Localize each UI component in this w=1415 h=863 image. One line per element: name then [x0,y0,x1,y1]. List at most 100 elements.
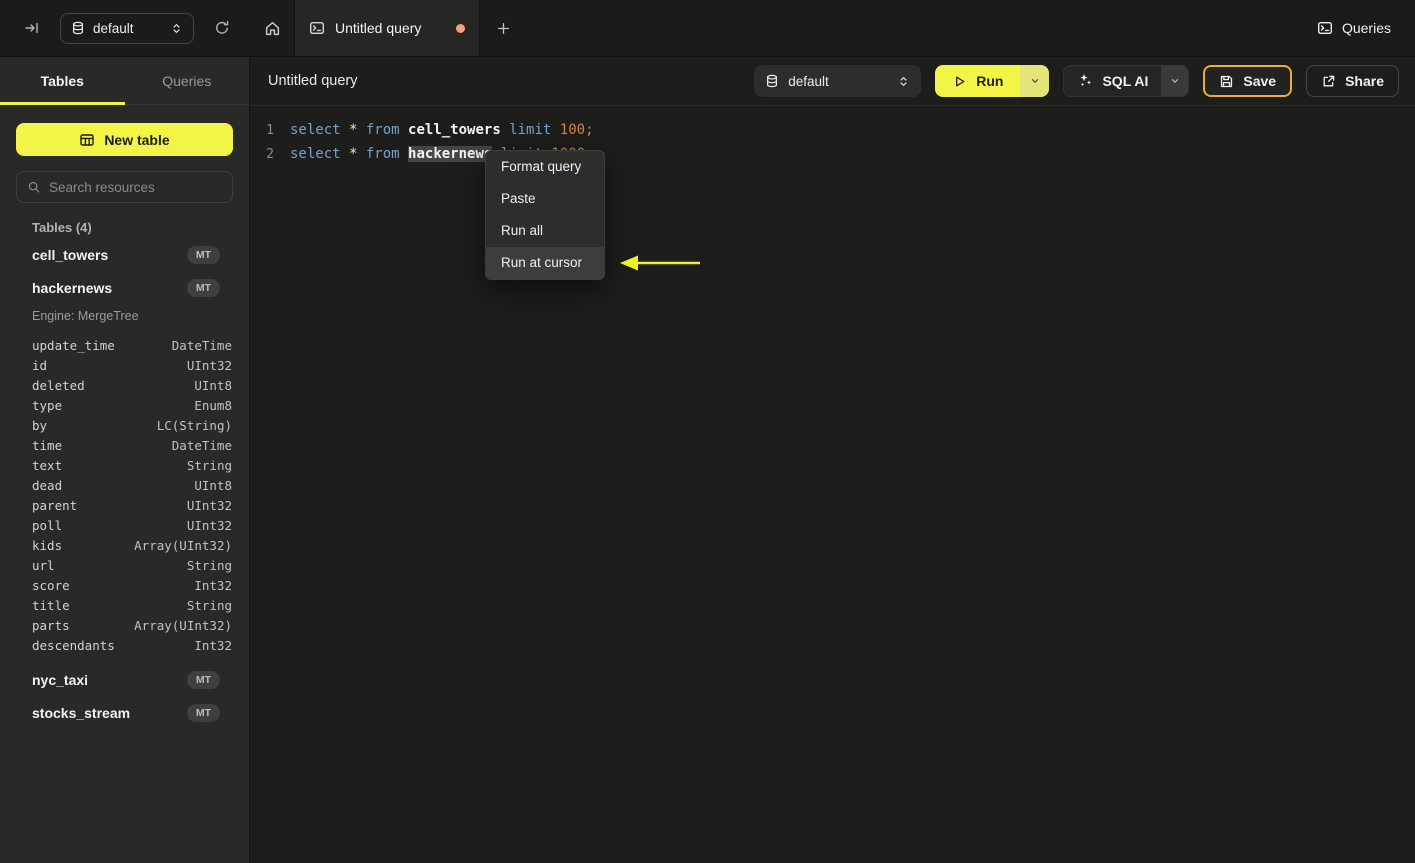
column-type: Int32 [194,637,232,653]
column-row: by LC(String) [32,415,232,435]
search-box [16,171,233,203]
engine-badge: MT [186,246,220,264]
sidebar-tab-queries[interactable]: Queries [125,57,250,104]
query-title: Untitled query [268,73,358,89]
column-type: Array(UInt32) [134,617,232,633]
column-name: time [32,437,63,453]
share-button[interactable]: Share [1306,65,1399,97]
column-row: parts Array(UInt32) [32,615,232,635]
editor-context-menu: Format query Paste Run all Run at cursor [485,150,605,280]
floppy-icon [1219,74,1234,89]
home-button[interactable] [250,0,294,56]
table-item-nyc_taxi[interactable]: nyc_taxi MT [32,668,232,692]
column-type: UInt8 [194,477,232,493]
column-name: score [32,577,70,593]
run-label: Run [976,73,1004,89]
code-line-1[interactable]: 1 select * from cell_towers limit 100; [250,118,1415,142]
main-panel: Untitled query default Run SQL AI Save S… [250,57,1415,863]
engine-badge: MT [186,671,220,689]
search-input[interactable] [49,179,226,195]
collapse-sidebar-icon [24,20,40,36]
tab-untitled-query[interactable]: Untitled query [294,0,480,56]
column-row: parent UInt32 [32,495,232,515]
column-row: type Enum8 [32,395,232,415]
queries-panel-button[interactable]: Queries [1317,20,1391,36]
table-name: nyc_taxi [32,672,89,688]
context-menu-item-format-query[interactable]: Format query [486,151,604,183]
app-root: default Untitled query Queries Tables Qu… [0,0,1415,863]
column-name: parent [32,497,78,513]
tables-section-label: Tables (4) [32,220,92,235]
refresh-button[interactable] [208,14,236,42]
context-menu-item-run-all[interactable]: Run all [486,215,604,247]
tables-list: cell_towers MT hackernews MT Engine: MergeTr… [16,235,233,725]
database-selector-toolbar[interactable]: default [754,65,922,97]
search-icon [27,180,41,194]
column-row: descendants Int32 [32,635,232,655]
collapse-sidebar-button[interactable] [18,14,46,42]
new-table-button[interactable]: New table [16,123,233,156]
sql-ai-options-button[interactable] [1161,66,1189,96]
column-name: update_time [32,337,115,353]
column-type: String [186,557,232,573]
column-name: descendants [32,637,115,653]
queries-icon [1317,20,1333,36]
table-item-hackernews[interactable]: hackernews MT [32,276,232,300]
table-name: cell_towers [32,247,109,263]
engine-label: Engine: MergeTree [32,309,139,323]
column-row: url String [32,555,232,575]
play-icon [952,74,967,89]
column-type: Array(UInt32) [134,537,232,553]
database-selector-top[interactable]: default [60,12,194,44]
database-icon [71,21,85,35]
database-selector-value: default [788,73,829,89]
save-label: Save [1243,73,1277,89]
run-button[interactable]: Run [935,65,1021,97]
sql-editor[interactable]: 1 select * from cell_towers limit 100; 2 se… [250,106,1415,166]
context-menu-item-run-at-cursor[interactable]: Run at cursor [486,247,604,279]
run-options-button[interactable] [1020,65,1050,97]
chevron-down-icon [1029,75,1041,87]
topbar-right: Queries [1317,20,1415,36]
annotation-arrow-icon [620,255,700,271]
engine-badge: MT [186,279,220,297]
table-icon [79,132,95,148]
top-bar: default Untitled query Queries [0,0,1415,57]
sql-ai-button[interactable]: SQL AI [1064,66,1162,96]
toolbar-controls: default Run SQL AI Save Share [754,65,1399,97]
chevron-down-icon [1169,75,1181,87]
sidebar: Tables Queries New table Tables (4) cell… [0,57,250,863]
sparkles-icon [1077,72,1093,91]
run-split-button: Run [935,65,1050,97]
column-row: text String [32,455,232,475]
column-row: title String [32,595,232,615]
tab-label: Untitled query [335,20,422,36]
database-icon [765,74,779,88]
tab-strip: Untitled query [250,0,1317,56]
column-type: Enum8 [194,397,232,413]
column-type: UInt32 [186,497,232,513]
engine-badge: MT [186,704,220,722]
column-type: LC(String) [156,417,232,433]
column-type: UInt32 [186,517,232,533]
column-name: title [32,597,70,613]
new-tab-button[interactable] [480,0,526,56]
table-item-stocks_stream[interactable]: stocks_stream MT [32,701,232,725]
save-button[interactable]: Save [1203,65,1293,97]
context-menu-item-paste[interactable]: Paste [486,183,604,215]
column-name: by [32,417,48,433]
refresh-icon [214,20,230,36]
queries-label: Queries [1341,20,1391,36]
chevron-updown-icon [170,22,183,35]
column-name: dead [32,477,63,493]
sidebar-tab-tables[interactable]: Tables [0,57,125,105]
column-name: parts [32,617,70,633]
unsaved-changes-dot [456,23,465,33]
column-name: id [32,357,48,373]
column-name: poll [32,517,63,533]
column-type: String [186,457,232,473]
table-item-cell_towers[interactable]: cell_towers MT [32,243,232,267]
code-line-2[interactable]: 2select * from hackernews limit 1000 [250,142,1415,166]
column-type: DateTime [171,337,232,353]
terminal-icon [309,20,325,36]
